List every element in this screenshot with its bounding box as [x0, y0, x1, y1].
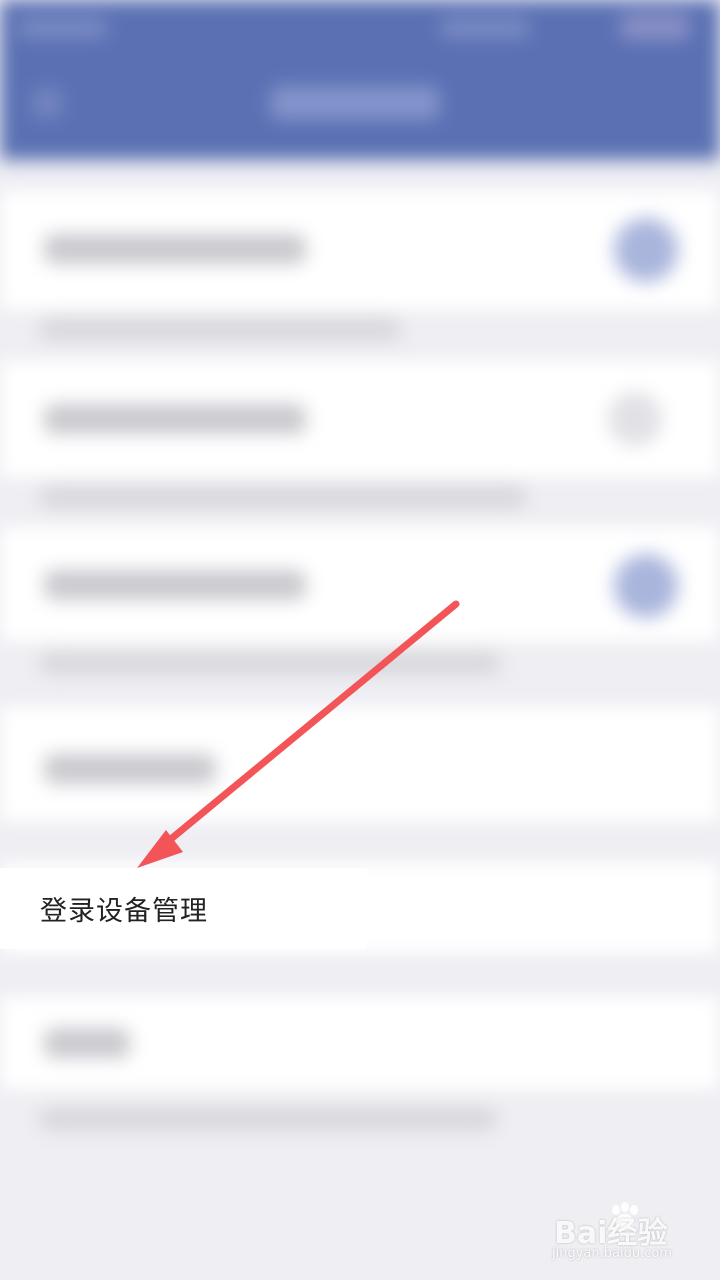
settings-row-6-title — [44, 1028, 130, 1058]
settings-row-4[interactable] — [0, 706, 720, 822]
settings-row-2-toggle[interactable] — [608, 392, 662, 446]
settings-row-3-desc — [40, 652, 500, 674]
back-arrow-icon[interactable] — [32, 88, 62, 118]
page-title — [270, 86, 440, 120]
settings-row-3-title — [44, 570, 306, 600]
settings-row-3[interactable] — [0, 526, 720, 642]
header-bar — [0, 0, 720, 160]
blurred-background — [0, 0, 720, 1280]
login-device-management-label: 登录设备管理 — [40, 896, 208, 927]
screen: 登录设备管理 Bai经验 jingyan.baidu.com — [0, 0, 720, 1280]
baidu-jingyan-watermark: Bai经验 jingyan.baidu.com — [548, 1200, 698, 1270]
status-bar-center — [440, 18, 530, 38]
settings-row-6-desc — [40, 1108, 496, 1130]
watermark-url: jingyan.baidu.com — [552, 1246, 672, 1261]
settings-row-1-desc — [40, 318, 400, 340]
settings-row-2[interactable] — [0, 360, 720, 478]
settings-row-2-desc — [40, 486, 526, 508]
settings-row-2-title — [44, 404, 306, 434]
settings-row-3-toggle[interactable] — [614, 554, 678, 618]
battery-icon — [620, 14, 690, 40]
settings-row-4-title — [44, 754, 216, 784]
settings-row-6[interactable] — [0, 996, 720, 1090]
login-device-management-item[interactable]: 登录设备管理 — [0, 868, 367, 949]
settings-row-1[interactable] — [0, 190, 720, 310]
settings-row-1-title — [44, 234, 306, 264]
settings-row-1-toggle[interactable] — [614, 218, 678, 282]
status-bar-left — [18, 18, 108, 38]
